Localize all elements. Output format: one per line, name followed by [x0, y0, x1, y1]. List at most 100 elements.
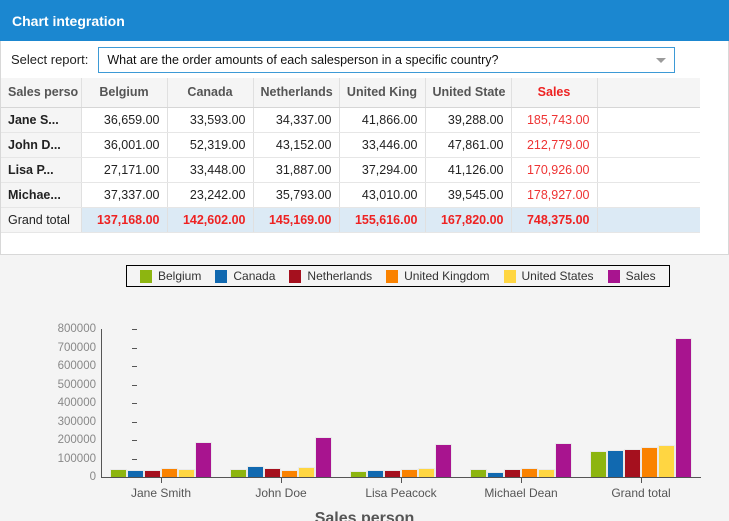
bar[interactable] [196, 442, 211, 477]
bar[interactable] [676, 338, 691, 477]
chart-legend[interactable]: Belgium Canada Netherlands United Kingdom Un… [126, 265, 670, 287]
legend-item[interactable]: Netherlands [289, 269, 372, 283]
bar[interactable] [539, 469, 554, 477]
grand-total-row[interactable]: Grand total 137,168.00 142,602.00 145,16… [1, 207, 700, 233]
y-tick-label: 800000 [57, 323, 96, 335]
row-label: Lisa P... [1, 157, 82, 183]
legend-item[interactable]: Belgium [140, 269, 201, 283]
cell-netherlands: 34,337.00 [253, 107, 340, 133]
cell-united-kingdom: 43,010.00 [339, 182, 426, 208]
bar[interactable] [642, 448, 657, 477]
bar[interactable] [299, 468, 314, 477]
cell-blank [597, 107, 700, 133]
bar[interactable] [625, 450, 640, 477]
legend-item[interactable]: Canada [215, 269, 275, 283]
bar[interactable] [179, 469, 194, 477]
bar[interactable] [522, 469, 537, 477]
cell-united-states: 39,288.00 [425, 107, 512, 133]
legend-label: Belgium [158, 269, 202, 283]
col-header-belgium[interactable]: Belgium [81, 78, 168, 108]
table-row[interactable]: Lisa P... 27,171.00 33,448.00 31,887.00 … [1, 157, 700, 183]
table-row[interactable]: Jane S... 36,659.00 33,593.00 34,337.00 … [1, 107, 700, 133]
y-axis-ticks: 0 100000 200000 300000 400000 500000 600000 700… [36, 288, 137, 521]
bar[interactable] [385, 471, 400, 477]
bar[interactable] [111, 470, 126, 477]
panel-header: Chart integration [0, 0, 729, 41]
bar[interactable] [488, 472, 503, 477]
bar[interactable] [591, 451, 606, 477]
bar[interactable] [556, 443, 571, 477]
report-select-value: What are the order amounts of each sales… [107, 52, 499, 67]
bar[interactable] [128, 470, 143, 477]
legend-label: Netherlands [307, 269, 373, 283]
legend-item[interactable]: United States [503, 269, 594, 283]
cell-united-kingdom: 37,294.00 [339, 157, 426, 183]
bar-group [591, 288, 691, 477]
bar[interactable] [608, 450, 623, 477]
bar[interactable] [436, 445, 451, 477]
bar[interactable] [248, 467, 263, 477]
bar[interactable] [316, 437, 331, 477]
cell-belgium: 36,001.00 [81, 132, 168, 158]
y-tick-label: 300000 [57, 415, 96, 428]
row-label: Jane S... [1, 107, 82, 133]
y-tick-label: 500000 [57, 378, 96, 391]
bar-group [351, 288, 451, 477]
chart-plot: Total 0100000200000300000400000500000600… [0, 288, 729, 521]
total-united-kingdom: 155,616.00 [339, 207, 426, 233]
table-row[interactable]: Michae... 37,337.00 23,242.00 35,793.00 … [1, 182, 700, 208]
bar[interactable] [419, 469, 434, 477]
bar[interactable] [265, 469, 280, 477]
cell-netherlands: 31,887.00 [253, 157, 340, 183]
legend-label: Canada [233, 269, 276, 283]
col-header-united-states[interactable]: United State [425, 78, 512, 108]
col-header-salesperson[interactable]: Sales perso [1, 78, 82, 108]
bar[interactable] [402, 470, 417, 477]
cell-united-states: 47,861.00 [425, 132, 512, 158]
col-header-sales[interactable]: Sales [511, 78, 598, 108]
x-tick-mark [401, 477, 402, 483]
cell-belgium: 36,659.00 [81, 107, 168, 133]
cell-united-kingdom: 41,866.00 [339, 107, 426, 133]
table-row[interactable]: John D... 36,001.00 52,319.00 43,152.00 … [1, 132, 700, 158]
col-header-netherlands[interactable]: Netherlands [253, 78, 340, 108]
pivot-grid-container[interactable]: Sales perso Belgium Canada Netherlands U… [0, 78, 729, 255]
x-axis-title: Sales person [314, 510, 415, 521]
legend-item[interactable]: United Kingdom [386, 269, 490, 283]
bar[interactable] [145, 470, 160, 477]
cell-blank [597, 132, 700, 158]
legend-label: United States [521, 269, 594, 283]
legend-label: United Kingdom [404, 269, 490, 283]
cell-united-kingdom: 33,446.00 [339, 132, 426, 158]
x-tick-mark [641, 477, 642, 483]
bar-groups: Jane Smith John Doe Lisa Peacock Michael De… [101, 288, 701, 500]
bar-group [231, 288, 331, 477]
report-select[interactable]: What are the order amounts of each sales… [98, 46, 676, 73]
col-header-canada[interactable]: Canada [167, 78, 254, 108]
bar[interactable] [351, 471, 366, 477]
bar[interactable] [368, 470, 383, 477]
total-sales: 748,375.00 [511, 207, 598, 233]
bar[interactable] [282, 470, 297, 477]
x-tick-label: Michael Dean [484, 486, 558, 500]
legend-swatch-icon [140, 269, 152, 283]
select-report-label: Select report: [11, 52, 89, 67]
cell-united-states: 39,545.00 [425, 182, 512, 208]
grid-header: Sales perso Belgium Canada Netherlands U… [1, 78, 700, 108]
legend-swatch-icon [386, 269, 399, 283]
bar[interactable] [505, 470, 520, 477]
cell-canada: 33,593.00 [167, 107, 254, 133]
cell-sales: 178,927.00 [511, 182, 598, 208]
legend-swatch-icon [503, 269, 516, 283]
col-header-united-kingdom[interactable]: United King [339, 78, 426, 108]
y-tick-label: 0 [89, 471, 96, 483]
legend-item[interactable]: Sales [607, 269, 656, 283]
chevron-down-icon[interactable] [656, 57, 667, 63]
bar[interactable] [162, 469, 177, 477]
total-united-states: 167,820.00 [425, 207, 512, 233]
bar[interactable] [659, 445, 674, 477]
cell-blank [597, 157, 700, 183]
bar[interactable] [471, 470, 486, 477]
bar-group [111, 288, 211, 477]
bar[interactable] [231, 470, 246, 477]
